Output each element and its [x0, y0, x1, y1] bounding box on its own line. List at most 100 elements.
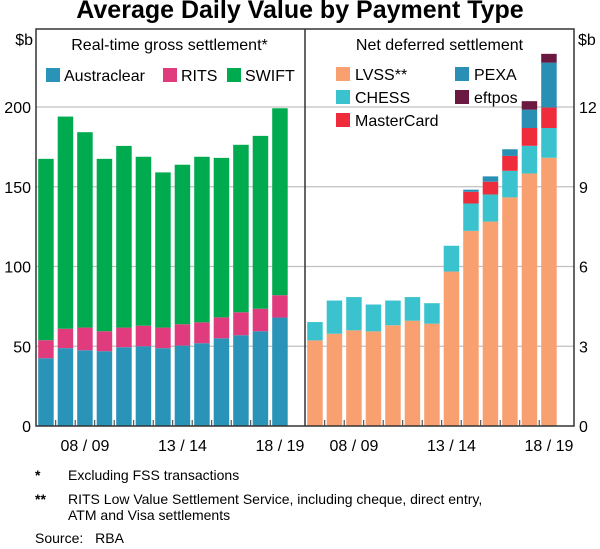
bar-right-lvss-16-17 [502, 197, 518, 426]
bar-right-pexa-14-15 [463, 189, 479, 192]
bar-right-lvss-08-09 [346, 330, 362, 426]
y-tick-label-right-0: 0 [579, 419, 588, 436]
bar-right-mastercard-17-18 [521, 128, 538, 146]
footnote-1-text: Excluding FSS transactions [68, 467, 240, 483]
bar-right-lvss-10-11 [385, 325, 401, 426]
legend-label-lvss: LVSS** [355, 67, 407, 84]
panel-title-left: Real-time gross settlement* [71, 37, 268, 54]
y-tick-label-right-9: 9 [579, 180, 588, 197]
legend-swatch-austraclear [46, 68, 60, 82]
y-axis-unit-left: $b [15, 32, 33, 49]
bar-right-pexa-16-17 [502, 149, 518, 156]
bar-left-austraclear-08-09 [77, 350, 93, 426]
bar-left-swift-18-19 [272, 108, 288, 296]
bar-right-chess-09-10 [365, 304, 382, 332]
bar-right-chess-17-18 [521, 145, 538, 174]
bar-left-rits-08-09 [77, 327, 93, 351]
bar-right-eftpos-17-18 [521, 101, 538, 110]
bar-right-pexa-17-18 [521, 109, 538, 129]
bar-right-mastercard-16-17 [502, 155, 518, 171]
x-tick-label-right-1: 13 / 14 [427, 438, 476, 455]
bar-left-rits-16-17 [233, 312, 249, 336]
legend-swatch-swift [227, 68, 241, 82]
bar-left-swift-15-16 [213, 157, 230, 318]
x-tick-label-left-2: 18 / 19 [255, 438, 304, 455]
bar-right-lvss-12-13 [424, 323, 440, 426]
bar-left-austraclear-07-08 [57, 348, 74, 426]
legend-label-pexa: PEXA [474, 67, 517, 84]
bar-left-swift-06-07 [38, 158, 54, 341]
bar-left-austraclear-16-17 [233, 335, 249, 426]
bar-right-chess-15-16 [482, 194, 499, 222]
bar-right-chess-11-12 [404, 297, 421, 321]
bar-right-mastercard-14-15 [463, 191, 479, 204]
legend-swatch-mastercard [336, 113, 350, 127]
bar-left-rits-18-19 [272, 295, 288, 318]
bar-left-austraclear-12-13 [155, 348, 171, 426]
bar-left-swift-17-18 [252, 135, 269, 309]
bar-left-austraclear-09-10 [96, 351, 113, 426]
footnote-1-mark: * [35, 467, 41, 483]
bar-left-swift-16-17 [233, 144, 249, 313]
bar-left-swift-14-15 [194, 156, 210, 323]
bar-left-rits-09-10 [96, 331, 113, 352]
y-tick-label-left-100: 100 [4, 260, 31, 277]
bar-right-chess-18-19 [541, 128, 557, 158]
footnote-2-text-line2: ATM and Visa settlements [68, 507, 231, 523]
bar-left-rits-11-12 [135, 325, 152, 347]
bar-left-swift-10-11 [116, 145, 132, 328]
source-value: RBA [95, 530, 124, 546]
legend-swatch-chess [336, 90, 350, 104]
legend-swatch-lvss [336, 67, 350, 81]
bar-left-swift-07-08 [57, 116, 74, 329]
bar-left-austraclear-10-11 [116, 347, 132, 426]
bar-left-rits-17-18 [252, 308, 269, 332]
y-axis-unit-right: $b [578, 32, 596, 49]
x-tick-label-left-0: 08 / 09 [60, 438, 109, 455]
bar-left-rits-07-08 [57, 328, 74, 349]
bar-left-swift-08-09 [77, 132, 93, 328]
bar-right-chess-06-07 [307, 322, 323, 341]
y-tick-label-left-150: 150 [4, 180, 31, 197]
footnote-2-mark: ** [35, 491, 46, 507]
bar-right-chess-10-11 [385, 300, 401, 326]
y-tick-label-right-6: 6 [579, 260, 588, 277]
bar-right-lvss-15-16 [482, 221, 499, 426]
bar-right-chess-16-17 [502, 170, 518, 198]
y-tick-label-left-50: 50 [13, 339, 31, 356]
bar-left-swift-09-10 [96, 158, 113, 332]
bar-left-rits-14-15 [194, 322, 210, 344]
bar-left-rits-12-13 [155, 327, 171, 349]
bar-right-lvss-07-08 [326, 333, 343, 426]
bar-left-rits-10-11 [116, 327, 132, 348]
y-tick-label-right-12: 12 [579, 100, 597, 117]
bar-right-lvss-17-18 [521, 173, 538, 426]
bar-right-lvss-09-10 [365, 331, 382, 426]
bar-left-swift-11-12 [135, 156, 152, 326]
bar-left-rits-13-14 [174, 324, 191, 346]
bar-right-chess-07-08 [326, 300, 343, 334]
x-tick-label-right-2: 18 / 19 [524, 438, 573, 455]
x-tick-label-right-0: 08 / 09 [329, 438, 378, 455]
bar-right-pexa-15-16 [482, 176, 499, 182]
legend-label-chess: CHESS [355, 90, 410, 107]
panel-title-right: Net deferred settlement [356, 37, 524, 54]
bar-left-swift-12-13 [155, 172, 171, 328]
bar-right-mastercard-18-19 [541, 107, 557, 129]
y-tick-label-left-200: 200 [4, 100, 31, 117]
bar-right-pexa-18-19 [541, 62, 557, 108]
bar-right-mastercard-15-16 [482, 181, 499, 195]
bar-right-chess-08-09 [346, 297, 362, 331]
bar-right-lvss-14-15 [463, 230, 479, 426]
y-tick-label-right-3: 3 [579, 339, 588, 356]
bar-left-austraclear-13-14 [174, 345, 191, 426]
legend-label-eftpos: eftpos [474, 90, 518, 107]
x-tick-label-left-1: 13 / 14 [158, 438, 207, 455]
bar-right-lvss-13-14 [443, 271, 460, 426]
legend-swatch-eftpos [455, 90, 469, 104]
footnote-1: * Excluding FSS transactions [0, 467, 600, 483]
bar-left-austraclear-14-15 [194, 343, 210, 426]
bar-right-lvss-06-07 [307, 340, 323, 426]
footnote-2: ** RITS Low Value Settlement Service, in… [0, 491, 600, 523]
legend-swatch-pexa [455, 67, 469, 81]
